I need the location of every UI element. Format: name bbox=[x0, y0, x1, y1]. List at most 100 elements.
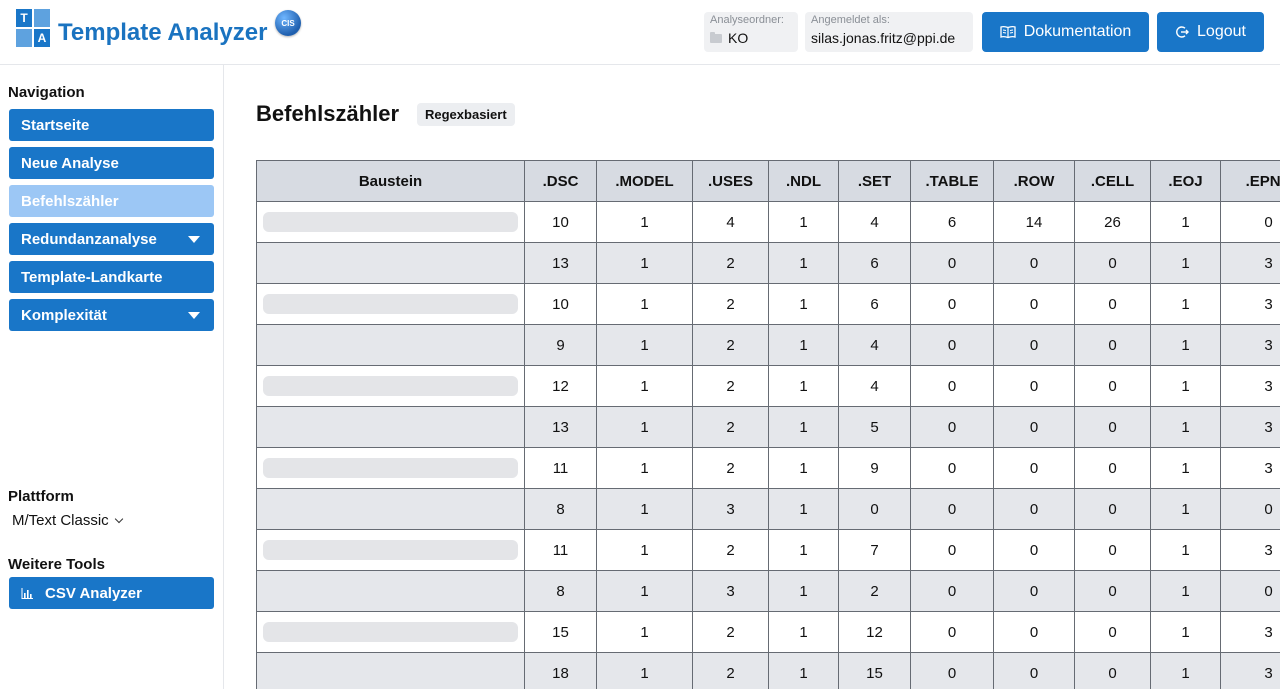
table-row[interactable]: 9121400013 bbox=[256, 324, 1280, 366]
count-cell: 0 bbox=[1074, 529, 1151, 571]
count-cell: 1 bbox=[1150, 365, 1221, 407]
logout-button[interactable]: Logout bbox=[1157, 12, 1264, 52]
csv-analyzer-label: CSV Analyzer bbox=[45, 584, 142, 602]
documentation-button[interactable]: Dokumentation bbox=[982, 12, 1149, 52]
count-cell: 2 bbox=[838, 570, 911, 612]
count-cell: 3 bbox=[1220, 652, 1280, 689]
table-row[interactable]: 18 1 2 1 15 0 0 0 1 3 bbox=[256, 652, 1280, 689]
count-cell: 2 bbox=[692, 447, 769, 489]
count-cell: 12 bbox=[838, 611, 911, 653]
column-header[interactable]: .DSC bbox=[524, 160, 597, 202]
count-cell: 1 bbox=[596, 488, 693, 530]
column-header[interactable]: .CELL bbox=[1074, 160, 1151, 202]
count-cell: 1 bbox=[768, 242, 839, 284]
column-header[interactable]: .MODEL bbox=[596, 160, 693, 202]
count-cell: 9 bbox=[524, 324, 597, 366]
count-cell: 15 bbox=[838, 652, 911, 689]
column-header[interactable]: .EOJ bbox=[1150, 160, 1221, 202]
count-cell: 0 bbox=[993, 488, 1075, 530]
count-cell: 11 bbox=[524, 447, 597, 489]
table-row[interactable]: 8131200010 bbox=[256, 570, 1280, 612]
count-cell: 2 bbox=[692, 283, 769, 325]
redacted-placeholder bbox=[263, 294, 518, 314]
analysis-folder-box: Analyseordner: KO bbox=[704, 12, 798, 52]
nav-komplexitaet[interactable]: Komplexität bbox=[9, 299, 214, 331]
column-header[interactable]: .ROW bbox=[993, 160, 1075, 202]
command-count-table-container[interactable]: Baustein .DSC .MODEL .USES .NDL .SET .TABLE .RO… bbox=[256, 160, 1280, 689]
table-row[interactable]: 12 1 2 1 4 0 0 0 1 3 bbox=[256, 365, 1280, 407]
table-row[interactable]: 13 1 2 1 6 0 0 0 1 3 bbox=[256, 242, 1280, 284]
count-cell: 0 bbox=[993, 529, 1075, 571]
nav-startseite[interactable]: Startseite bbox=[9, 109, 214, 141]
count-cell: 1 bbox=[768, 406, 839, 448]
table-row[interactable]: 13 1 2 1 5 0 0 0 1 3 bbox=[256, 406, 1280, 448]
count-cell: 2 bbox=[692, 611, 769, 653]
table-row[interactable]: 8131000010 bbox=[256, 488, 1280, 530]
baustein-cell bbox=[256, 201, 525, 243]
redacted-placeholder bbox=[263, 376, 518, 396]
count-cell: 3 bbox=[692, 570, 769, 612]
table-row[interactable]: 15 1 2 1 12 0 0 0 1 3 bbox=[256, 611, 1280, 653]
count-cell: 1 bbox=[596, 242, 693, 284]
table-row[interactable]: 10 1 4 1 4 6 14 26 1 0 bbox=[256, 201, 1280, 243]
count-cell: 0 bbox=[1074, 488, 1151, 530]
count-cell: 3 bbox=[1220, 611, 1280, 653]
column-header-baustein[interactable]: Baustein bbox=[256, 160, 525, 202]
column-header[interactable]: .SET bbox=[838, 160, 911, 202]
csv-analyzer-button[interactable]: CSV Analyzer bbox=[9, 577, 214, 609]
count-cell: 0 bbox=[1074, 406, 1151, 448]
count-cell: 8 bbox=[524, 488, 597, 530]
count-cell: 3 bbox=[1220, 447, 1280, 489]
count-cell: 0 bbox=[993, 283, 1075, 325]
nav-template-landkarte[interactable]: Template-Landkarte bbox=[9, 261, 214, 293]
count-cell: 0 bbox=[910, 570, 994, 612]
nav-befehlszaehler[interactable]: Befehlszähler bbox=[9, 185, 214, 217]
logout-label: Logout bbox=[1197, 23, 1246, 40]
column-header[interactable]: .TABLE bbox=[910, 160, 994, 202]
platform-heading: Plattform bbox=[8, 488, 74, 505]
count-cell: 0 bbox=[838, 488, 911, 530]
count-cell: 0 bbox=[910, 529, 994, 571]
nav-neue-analyse[interactable]: Neue Analyse bbox=[9, 147, 214, 179]
baustein-cell bbox=[256, 365, 525, 407]
count-cell: 1 bbox=[1150, 324, 1221, 366]
count-cell: 3 bbox=[1220, 242, 1280, 284]
count-cell: 11 bbox=[524, 529, 597, 571]
count-cell: 7 bbox=[838, 529, 911, 571]
count-cell: 0 bbox=[1074, 283, 1151, 325]
count-cell: 3 bbox=[1220, 324, 1280, 366]
count-cell: 1 bbox=[768, 570, 839, 612]
count-cell: 15 bbox=[524, 611, 597, 653]
count-cell: 2 bbox=[692, 406, 769, 448]
count-cell: 1 bbox=[596, 201, 693, 243]
redacted-placeholder bbox=[263, 458, 518, 478]
nav-label: Befehlszähler bbox=[21, 192, 119, 210]
count-cell: 1 bbox=[1150, 529, 1221, 571]
table-row[interactable]: 11 1 2 1 7 0 0 0 1 3 bbox=[256, 529, 1280, 571]
nav-redundanzanalyse[interactable]: Redundanzanalyse bbox=[9, 223, 214, 255]
table-row[interactable]: 11 1 2 1 9 0 0 0 1 3 bbox=[256, 447, 1280, 489]
logo-letter-a: A bbox=[34, 29, 50, 47]
platform-select[interactable]: M/Text Classic bbox=[12, 512, 123, 529]
count-cell: 0 bbox=[1074, 652, 1151, 689]
column-header[interactable]: .USES bbox=[692, 160, 769, 202]
documentation-label: Dokumentation bbox=[1023, 23, 1132, 40]
count-cell: 1 bbox=[596, 365, 693, 407]
logout-icon bbox=[1176, 26, 1190, 38]
column-header[interactable]: .EPNA bbox=[1220, 160, 1280, 202]
count-cell: 0 bbox=[1074, 611, 1151, 653]
logo-letter-t: T bbox=[16, 9, 32, 27]
analysis-folder-value-row: KO bbox=[710, 27, 792, 49]
baustein-cell bbox=[256, 529, 525, 571]
count-cell: 0 bbox=[1220, 570, 1280, 612]
count-cell: 3 bbox=[1220, 406, 1280, 448]
table-row[interactable]: 10 1 2 1 6 0 0 0 1 3 bbox=[256, 283, 1280, 325]
caret-down-icon bbox=[188, 312, 200, 319]
count-cell: 2 bbox=[692, 242, 769, 284]
baustein-cell bbox=[256, 488, 525, 530]
baustein-cell bbox=[256, 447, 525, 489]
logged-in-user: silas.jonas.fritz@ppi.de bbox=[811, 30, 956, 46]
column-header[interactable]: .NDL bbox=[768, 160, 839, 202]
count-cell: 0 bbox=[910, 652, 994, 689]
count-cell: 18 bbox=[524, 652, 597, 689]
